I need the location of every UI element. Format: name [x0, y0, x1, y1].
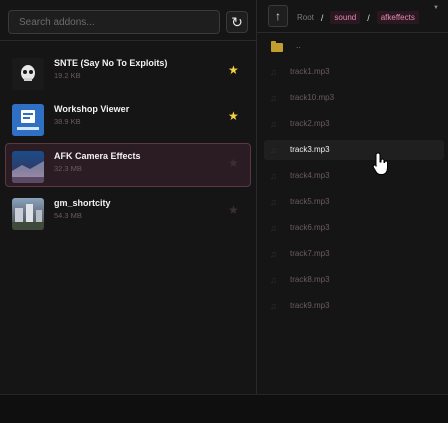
separator — [0, 40, 256, 41]
file-name: track5.mp3 — [290, 197, 330, 206]
addon-title: AFK Camera Effects — [54, 151, 141, 161]
favorite-star-icon[interactable]: ★ — [228, 156, 239, 170]
folder-icon — [271, 41, 283, 52]
file-name: track1.mp3 — [290, 67, 330, 76]
afk-camera-thumbnail — [12, 151, 44, 183]
music-file-icon: ♫ — [270, 171, 277, 181]
file-name: track4.mp3 — [290, 171, 330, 180]
music-file-icon: ♫ — [270, 301, 277, 311]
addon-size: 54.3 MB — [54, 211, 82, 220]
music-file-icon: ♫ — [270, 145, 277, 155]
favorite-star-icon[interactable]: ★ — [228, 109, 239, 123]
addon-size: 38.9 KB — [54, 117, 81, 126]
file-row[interactable]: ♫ track1.mp3 — [264, 62, 444, 82]
file-name: track7.mp3 — [290, 249, 330, 258]
music-file-icon: ♫ — [270, 223, 277, 233]
addon-title: Workshop Viewer — [54, 104, 130, 114]
addon-title: SNTE (Say No To Exploits) — [54, 58, 168, 68]
search-input[interactable] — [8, 10, 220, 34]
favorite-star-icon[interactable]: ★ — [228, 63, 239, 77]
music-file-icon: ♫ — [270, 275, 277, 285]
addon-item-snte[interactable]: SNTE (Say No To Exploits) 19.2 KB ★ — [5, 50, 251, 94]
breadcrumb-item-sound[interactable]: sound — [330, 11, 361, 24]
breadcrumb-item-afkeffects[interactable]: afkeffects — [376, 11, 419, 24]
search-container — [8, 10, 220, 34]
breadcrumb: Root / sound / afkeffects — [297, 11, 419, 24]
refresh-button[interactable]: ↻ — [226, 11, 248, 33]
hand-cursor-icon — [372, 152, 388, 175]
file-browser-panel: ↑ Root / sound / afkeffects ▼ .. ♫ track… — [257, 0, 448, 423]
workshop-viewer-thumbnail — [12, 104, 44, 136]
addon-item-workshop-viewer[interactable]: Workshop Viewer 38.9 KB ★ — [5, 96, 251, 140]
file-name: track9.mp3 — [290, 301, 330, 310]
chevron-down-icon: ▼ — [433, 5, 439, 11]
breadcrumb-root[interactable]: Root — [297, 13, 314, 22]
addon-list-panel: ↻ SNTE (Say No To Exploits) 19.2 KB ★ — [0, 0, 256, 423]
music-file-icon: ♫ — [270, 93, 277, 103]
music-file-icon: ♫ — [270, 249, 277, 259]
addon-size: 19.2 KB — [54, 71, 81, 80]
parent-folder-label: .. — [296, 41, 301, 50]
arrow-up-icon: ↑ — [275, 9, 281, 23]
file-name: track6.mp3 — [290, 223, 330, 232]
music-file-icon: ♫ — [270, 197, 277, 207]
file-row[interactable]: ♫ track7.mp3 — [264, 244, 444, 264]
snte-thumbnail — [12, 58, 44, 90]
file-row-selected[interactable]: ♫ track3.mp3 — [264, 140, 444, 160]
favorite-star-icon[interactable]: ★ — [228, 203, 239, 217]
file-name: track3.mp3 — [290, 145, 330, 154]
file-row[interactable]: ♫ track9.mp3 — [264, 296, 444, 316]
separator — [257, 32, 448, 33]
music-file-icon: ♫ — [270, 67, 277, 77]
addon-item-gm-shortcity[interactable]: gm_shortcity 54.3 MB ★ — [5, 190, 251, 234]
breadcrumb-separator: / — [367, 12, 370, 23]
file-row[interactable]: ♫ track5.mp3 — [264, 192, 444, 212]
parent-folder-row[interactable]: .. — [265, 39, 443, 57]
file-name: track10.mp3 — [290, 93, 335, 102]
refresh-icon: ↻ — [231, 14, 243, 30]
breadcrumb-separator: / — [320, 12, 324, 23]
addon-title: gm_shortcity — [54, 198, 111, 208]
file-name: track2.mp3 — [290, 119, 330, 128]
file-row[interactable]: ♫ track10.mp3 — [264, 88, 444, 108]
gm-shortcity-thumbnail — [12, 198, 44, 230]
navigate-up-button[interactable]: ↑ — [268, 5, 288, 27]
file-row[interactable]: ♫ track8.mp3 — [264, 270, 444, 290]
file-row[interactable]: ♫ track2.mp3 — [264, 114, 444, 134]
addon-size: 32.3 MB — [54, 164, 82, 173]
file-name: track8.mp3 — [290, 275, 330, 284]
file-row[interactable]: ♫ track4.mp3 — [264, 166, 444, 186]
status-bar — [0, 395, 448, 423]
file-row[interactable]: ♫ track6.mp3 — [264, 218, 444, 238]
addon-item-afk-camera-effects[interactable]: AFK Camera Effects 32.3 MB ★ — [5, 143, 251, 187]
music-file-icon: ♫ — [270, 119, 277, 129]
